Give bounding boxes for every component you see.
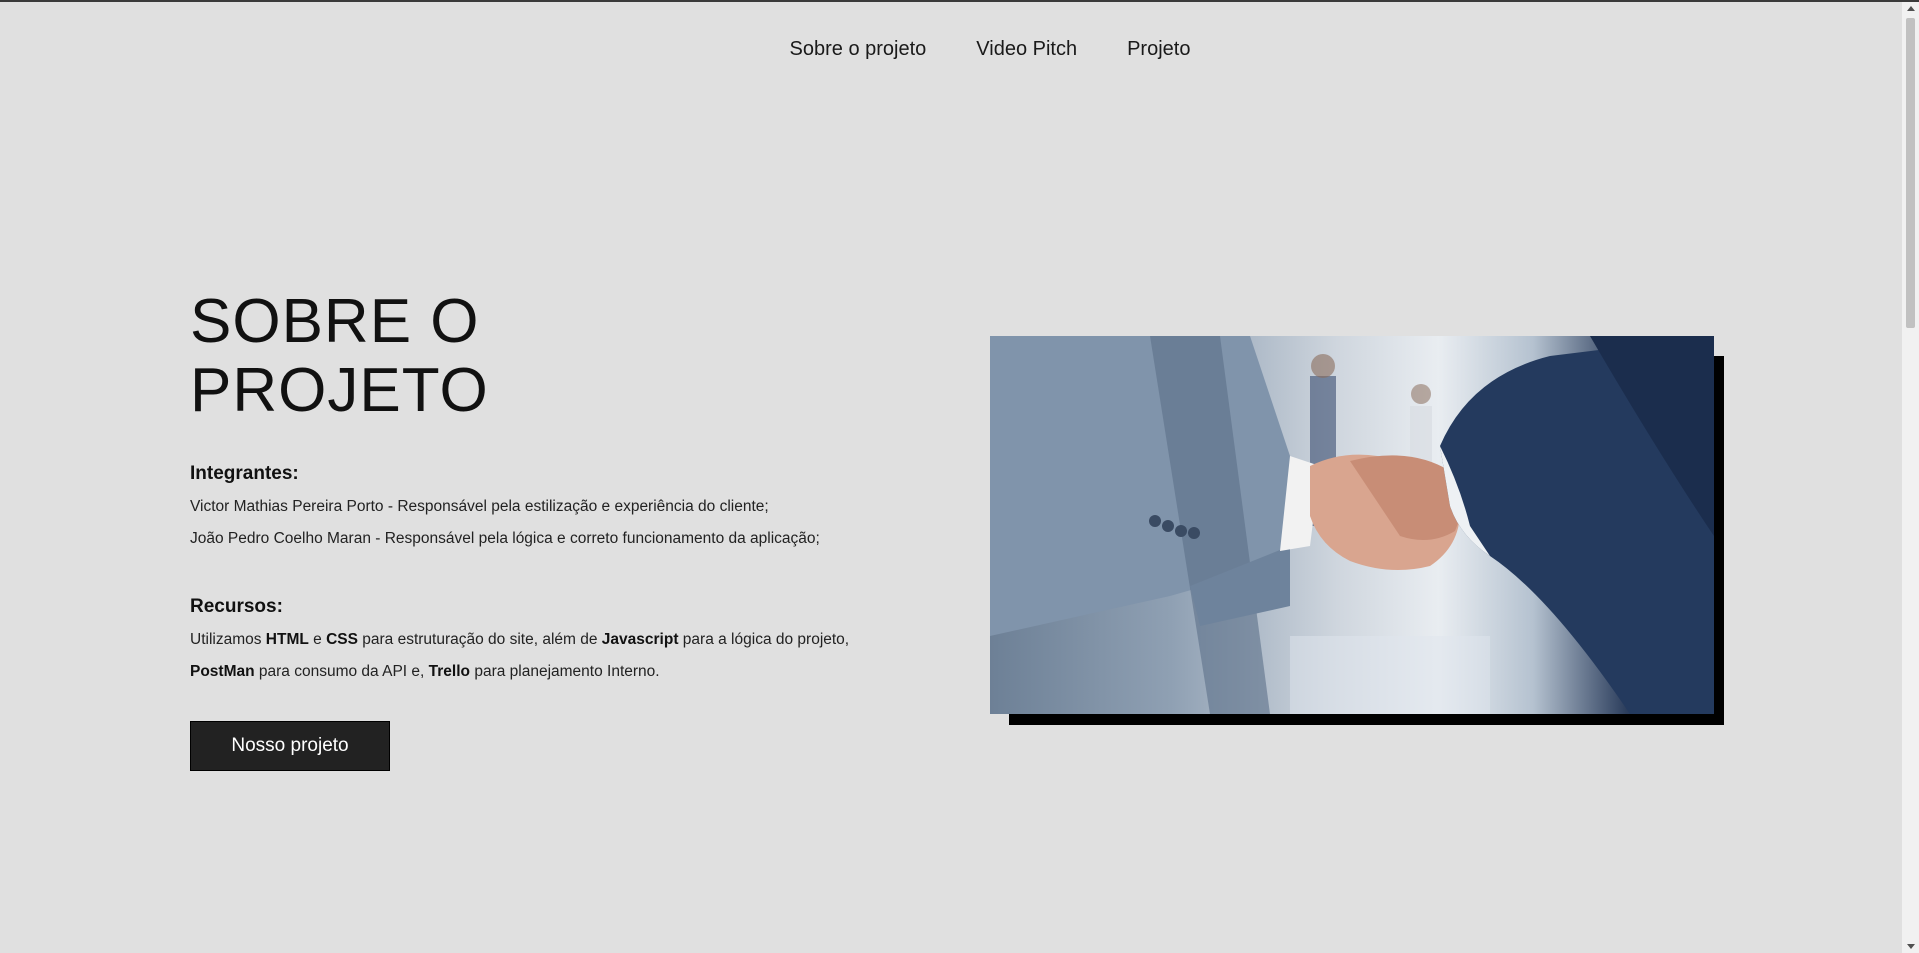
member-joao: João Pedro Coelho Maran - Responsável pe… xyxy=(190,530,820,547)
handshake-image xyxy=(990,336,1714,714)
nav-sobre-o-projeto[interactable]: Sobre o projeto xyxy=(790,38,927,61)
member-victor: Victor Mathias Pereira Porto - Responsáv… xyxy=(190,498,769,515)
javascript-keyword: Javascript xyxy=(601,631,679,648)
scroll-thumb[interactable] xyxy=(1906,18,1915,328)
recursos-heading: Recursos: xyxy=(190,596,283,617)
recursos-line-1: Utilizamos HTML e CSS para estruturação … xyxy=(190,631,850,648)
page-title: SOBRE O PROJETO xyxy=(190,287,590,425)
scroll-up-icon[interactable] xyxy=(1907,6,1915,11)
recursos-line-2: PostMan para consumo da API e, Trello pa… xyxy=(190,663,660,680)
css-keyword: CSS xyxy=(326,631,358,648)
scroll-down-icon[interactable] xyxy=(1907,944,1915,949)
nav-projeto[interactable]: Projeto xyxy=(1127,38,1190,61)
title-line-2: PROJETO xyxy=(190,356,489,425)
nosso-projeto-button[interactable]: Nosso projeto xyxy=(190,721,390,771)
integrantes-heading: Integrantes: xyxy=(190,463,299,484)
nav-video-pitch[interactable]: Video Pitch xyxy=(976,38,1077,61)
postman-keyword: PostMan xyxy=(190,663,255,680)
top-nav: Sobre o projeto Video Pitch Projeto xyxy=(0,38,1900,61)
html-keyword: HTML xyxy=(265,631,309,648)
title-line-1: SOBRE O xyxy=(190,287,480,356)
trello-keyword: Trello xyxy=(428,663,471,680)
vertical-scrollbar[interactable] xyxy=(1902,2,1919,953)
